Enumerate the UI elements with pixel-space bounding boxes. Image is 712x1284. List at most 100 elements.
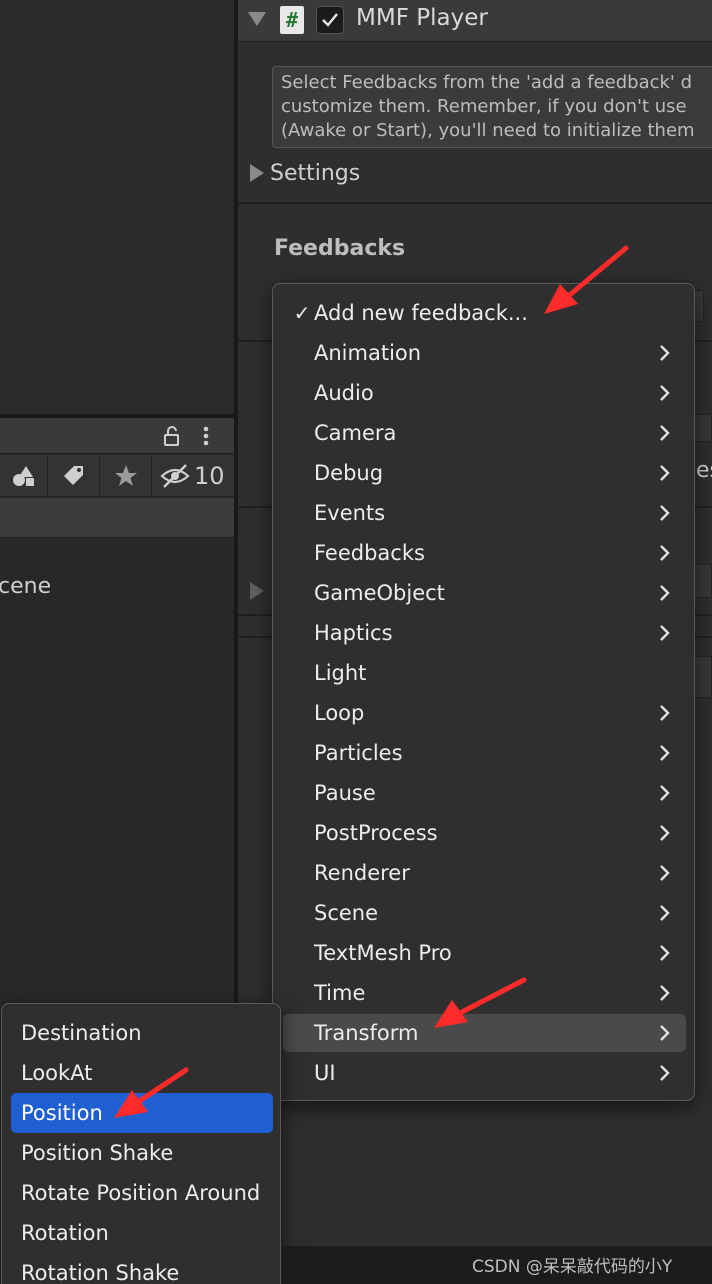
menu-item[interactable]: Animation <box>283 334 686 372</box>
watermark: CSDN @呆呆敲代码的小Y <box>472 1257 673 1277</box>
hierarchy-tab-bar <box>0 418 234 454</box>
menu-item[interactable]: Light <box>283 654 686 692</box>
help-line: customize them. Remember, if you don't u… <box>281 96 687 117</box>
help-line: Select Feedbacks from the 'add a feedbac… <box>281 72 693 93</box>
chevron-right-icon <box>660 345 670 361</box>
submenu-item[interactable]: Position <box>11 1093 273 1133</box>
menu-item[interactable]: Time <box>283 974 686 1012</box>
menu-item-label: Pause <box>314 781 376 805</box>
component-enabled-checkbox[interactable] <box>316 6 344 34</box>
menu-item[interactable]: Audio <box>283 374 686 412</box>
menu-item-label: Particles <box>314 741 403 765</box>
expand-arrow-icon <box>250 164 264 182</box>
add-feedback-menu: ✓ Add new feedback... Animation Audio Camera… <box>272 283 695 1101</box>
chevron-right-icon <box>660 385 670 401</box>
submenu-item[interactable]: LookAt <box>11 1053 273 1093</box>
menu-item-label: TextMesh Pro <box>314 941 452 965</box>
component-title: MMF Player <box>356 5 488 31</box>
chevron-right-icon <box>660 825 670 841</box>
eye-slash-icon <box>160 464 190 488</box>
favorites-button[interactable] <box>100 455 152 497</box>
menu-item-label: Feedbacks <box>314 541 425 565</box>
menu-item[interactable]: Loop <box>283 694 686 732</box>
menu-item[interactable]: Haptics <box>283 614 686 652</box>
menu-item-label: Transform <box>314 1021 419 1045</box>
background-text-fragment: es <box>696 458 712 483</box>
chevron-right-icon <box>660 785 670 801</box>
collapsed-foldout-icon[interactable] <box>250 582 264 600</box>
shapes-icon <box>12 466 34 486</box>
chevron-right-icon <box>660 585 670 601</box>
submenu-item[interactable]: Rotation Shake <box>11 1253 273 1284</box>
menu-item-label: Renderer <box>314 861 410 885</box>
chevron-right-icon <box>660 505 670 521</box>
menu-item-label: PostProcess <box>314 821 438 845</box>
settings-label: Settings <box>270 160 361 186</box>
chevron-right-icon <box>660 865 670 881</box>
chevron-right-icon <box>660 905 670 921</box>
help-line: (Awake or Start), you'll need to initial… <box>281 120 695 141</box>
menu-item-label: Light <box>314 661 367 685</box>
menu-item-label: Time <box>314 981 366 1005</box>
chevron-right-icon <box>660 705 670 721</box>
menu-item[interactable]: Transform <box>283 1014 686 1052</box>
menu-item-label: UI <box>314 1061 336 1085</box>
hidden-count: 10 <box>194 462 225 490</box>
submenu-item[interactable]: Position Shake <box>11 1133 273 1173</box>
tag-icon <box>63 466 83 485</box>
star-icon <box>114 465 137 486</box>
menu-item[interactable]: ✓ Add new feedback... <box>283 294 686 332</box>
menu-item-label: Loop <box>314 701 365 725</box>
menu-item[interactable]: Events <box>283 494 686 532</box>
feedbacks-section-title: Feedbacks <box>274 236 406 261</box>
chevron-right-icon <box>660 1025 670 1041</box>
checkmark-icon: ✓ <box>293 301 311 325</box>
check-icon <box>322 13 338 27</box>
scene-view-area <box>0 0 234 416</box>
filter-by-type-button[interactable] <box>0 455 48 497</box>
menu-item-label: Haptics <box>314 621 393 645</box>
hierarchy-search-field[interactable] <box>0 498 234 538</box>
lock-icon[interactable] <box>160 424 184 448</box>
menu-item-label: Scene <box>314 901 379 925</box>
transform-submenu: Destination LookAt Position Position Shake R… <box>1 1003 281 1284</box>
filter-by-label-button[interactable] <box>48 455 100 497</box>
help-box: Select Feedbacks from the 'add a feedbac… <box>272 66 712 148</box>
submenu-item[interactable]: Rotate Position Around <box>11 1173 273 1213</box>
menu-item[interactable]: Pause <box>283 774 686 812</box>
menu-item-label: GameObject <box>314 581 445 605</box>
submenu-item[interactable]: Destination <box>11 1013 273 1053</box>
menu-item-label: Add new feedback... <box>314 301 528 325</box>
menu-item-label: Animation <box>314 341 422 365</box>
menu-item[interactable]: GameObject <box>283 574 686 612</box>
submenu-item[interactable]: Rotation <box>11 1213 273 1253</box>
chevron-right-icon <box>660 625 670 641</box>
chevron-right-icon <box>660 985 670 1001</box>
chevron-right-icon <box>660 745 670 761</box>
foldout-triangle-icon[interactable] <box>248 12 266 26</box>
hierarchy-toolbar: 10 <box>0 455 234 497</box>
scene-item-label[interactable]: cene <box>0 574 51 599</box>
chevron-right-icon <box>660 465 670 481</box>
separator <box>238 202 712 204</box>
menu-item[interactable]: Feedbacks <box>283 534 686 572</box>
menu-item[interactable]: Debug <box>283 454 686 492</box>
menu-item[interactable]: PostProcess <box>283 814 686 852</box>
menu-item[interactable]: Camera <box>283 414 686 452</box>
hidden-objects-toggle[interactable]: 10 <box>152 455 234 497</box>
more-options-icon[interactable] <box>196 424 216 448</box>
settings-foldout[interactable]: Settings <box>250 158 360 188</box>
menu-item[interactable]: Scene <box>283 894 686 932</box>
menu-item-label: Audio <box>314 381 374 405</box>
menu-item[interactable]: Particles <box>283 734 686 772</box>
menu-item-label: Camera <box>314 421 397 445</box>
chevron-right-icon <box>660 545 670 561</box>
chevron-right-icon <box>660 945 670 961</box>
chevron-right-icon <box>660 1065 670 1081</box>
menu-item-label: Events <box>314 501 386 525</box>
chevron-right-icon <box>660 425 670 441</box>
menu-item[interactable]: UI <box>283 1054 686 1092</box>
menu-item[interactable]: Renderer <box>283 854 686 892</box>
menu-item[interactable]: TextMesh Pro <box>283 934 686 972</box>
menu-item-label: Debug <box>314 461 384 485</box>
